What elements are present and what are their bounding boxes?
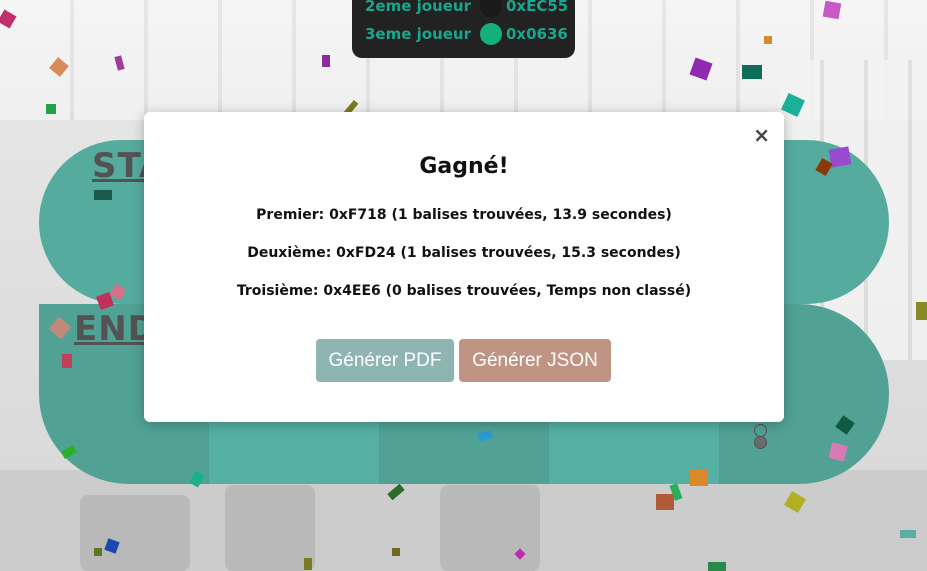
result-first: Premier: 0xF718 (1 balises trouvées, 13.… — [256, 207, 672, 223]
confetti-piece — [322, 55, 330, 67]
confetti-piece — [822, 0, 842, 20]
confetti-piece — [916, 302, 927, 320]
confetti-piece — [94, 548, 102, 556]
confetti-piece — [900, 530, 916, 538]
confetti-piece — [46, 104, 56, 114]
player-label: 3eme joueur — [365, 25, 472, 43]
confetti-piece — [94, 190, 112, 200]
result-second: Deuxième: 0xFD24 (1 balises trouvées, 15… — [247, 245, 681, 261]
confetti-piece — [392, 548, 400, 556]
scoreboard-row: 2eme joueur 0xEC55 — [365, 0, 568, 18]
player-color-dot — [480, 23, 502, 45]
close-icon[interactable]: × — [753, 124, 770, 146]
player-label: 2eme joueur — [365, 0, 472, 15]
scoreboard-panel: 2eme joueur 0xEC55 3eme joueur 0x0636 — [352, 0, 575, 58]
player-color-dot — [480, 0, 502, 17]
generate-json-button[interactable]: Générer JSON — [459, 339, 611, 382]
confetti-piece — [62, 354, 72, 368]
modal-title: Gagné! — [419, 154, 509, 179]
confetti-piece — [690, 470, 708, 486]
result-third: Troisième: 0x4EE6 (0 balises trouvées, T… — [236, 283, 692, 299]
scoreboard-row: 3eme joueur 0x0636 — [365, 22, 568, 46]
confetti-piece — [708, 562, 726, 571]
confetti-piece — [764, 36, 772, 44]
confetti-piece — [742, 65, 762, 79]
confetti-piece — [304, 558, 312, 570]
confetti-piece — [656, 494, 674, 510]
player-address: 0x0636 — [506, 25, 568, 43]
victory-modal: × Gagné! Premier: 0xF718 (1 balises trou… — [144, 112, 784, 422]
player-address: 0xEC55 — [506, 0, 569, 15]
generate-pdf-button[interactable]: Générer PDF — [316, 339, 454, 382]
